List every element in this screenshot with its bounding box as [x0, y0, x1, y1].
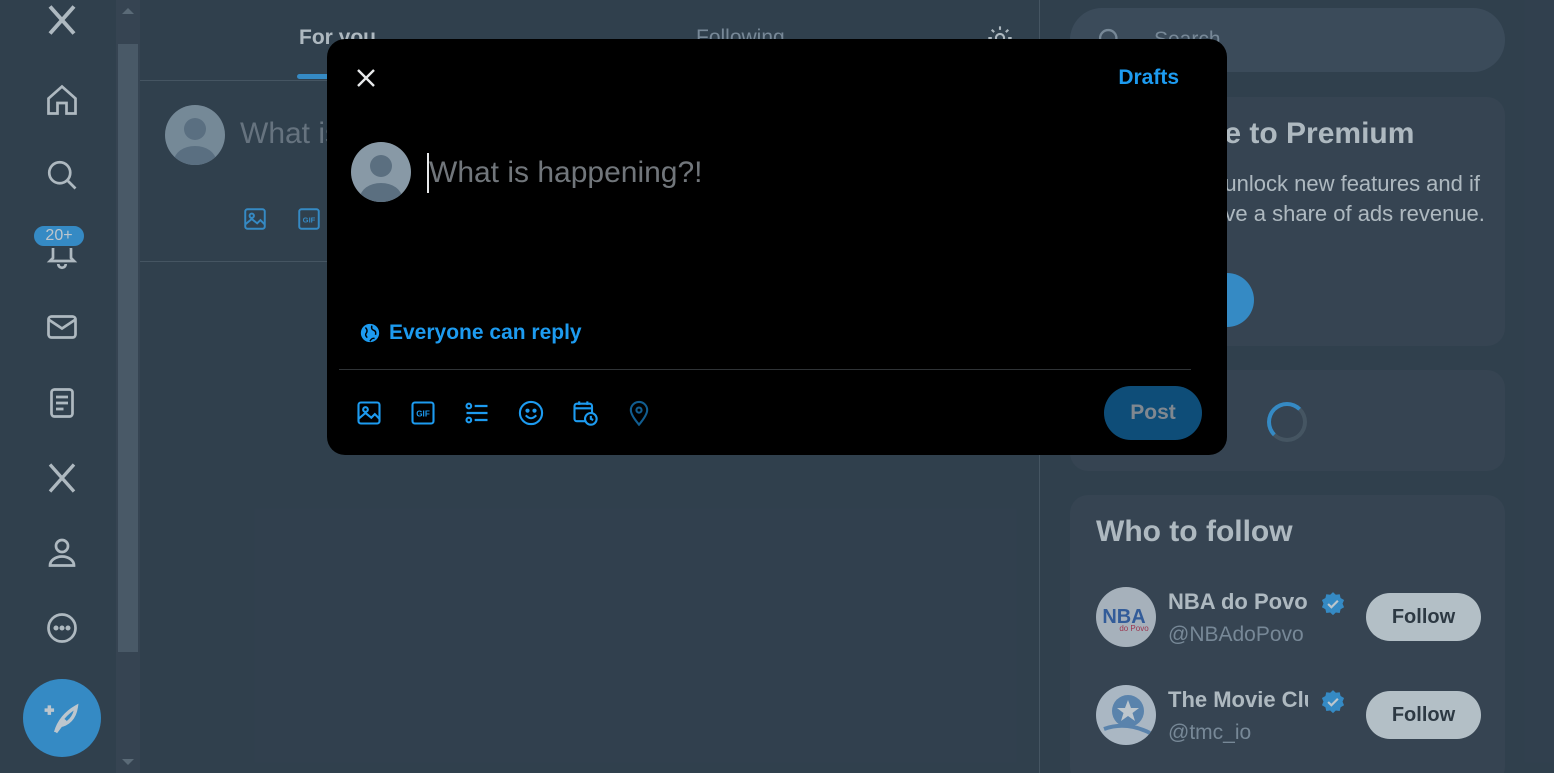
- post-text-input[interactable]: [427, 153, 1187, 193]
- media-image-icon[interactable]: [355, 399, 383, 427]
- schedule-icon[interactable]: [571, 399, 599, 427]
- reply-setting-button[interactable]: Everyone can reply: [359, 321, 582, 345]
- close-icon: [357, 69, 375, 87]
- drafts-button[interactable]: Drafts: [1118, 66, 1179, 90]
- close-button[interactable]: [347, 59, 385, 97]
- globe-icon: [360, 323, 380, 343]
- reply-setting-label: Everyone can reply: [389, 321, 582, 344]
- post-button[interactable]: Post: [1104, 386, 1202, 440]
- emoji-icon[interactable]: [517, 399, 545, 427]
- divider: [339, 369, 1191, 370]
- svg-text:GIF: GIF: [416, 410, 430, 419]
- compose-post-modal: Drafts Everyone can reply GIF Post: [327, 39, 1227, 455]
- location-pin-icon[interactable]: [625, 399, 653, 427]
- poll-icon[interactable]: [463, 399, 491, 427]
- avatar[interactable]: [351, 142, 411, 202]
- gif-icon[interactable]: GIF: [409, 399, 437, 427]
